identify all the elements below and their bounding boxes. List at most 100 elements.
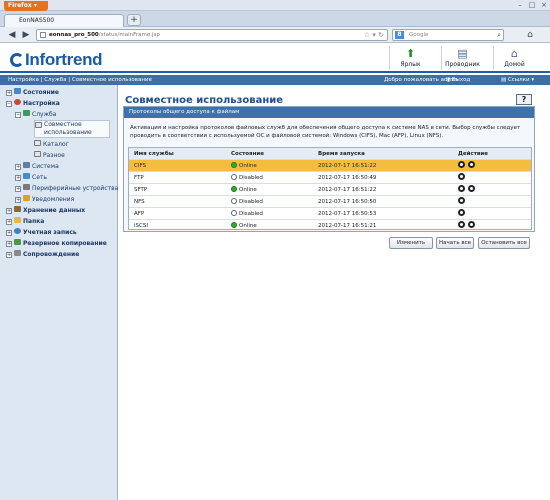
notifications-icon [23,195,30,201]
column-header-action[interactable]: Действие [458,148,488,160]
new-tab-button[interactable]: + [127,14,141,26]
power-icon[interactable] [458,209,465,216]
bookmark-star-icon[interactable]: ☆ ▾ ↻ [364,30,384,40]
power-icon[interactable] [458,197,465,204]
power-icon[interactable] [458,161,465,168]
home-browser-icon[interactable]: ⌂ [524,30,536,41]
search-icon[interactable]: ⌕ [497,30,501,40]
shortcuts-label: Ярлык [400,61,421,68]
expand-icon[interactable]: + [6,241,12,247]
forward-icon[interactable]: ▶ [20,30,32,41]
table-row[interactable]: CIFS Online 2012-07-17 16:51:22 [129,160,531,172]
maintenance-icon [14,250,21,256]
online-status-icon [231,186,237,192]
catalog-icon [34,140,41,146]
browser-tab[interactable]: EonNAS500 [4,14,124,27]
shortcuts-button[interactable]: ⬆ Ярлык [389,46,431,70]
expand-icon[interactable]: + [15,186,21,192]
logo-text: Infortrend [25,50,103,69]
system-icon [23,162,30,168]
tree-label: Сеть [32,174,47,181]
table-row[interactable]: SFTP Online 2012-07-17 16:51:22 [129,184,531,196]
status-text: Disabled [239,199,263,205]
service-status: Online [231,220,257,232]
tree-label: Папка [23,218,45,225]
service-name: FTP [134,175,144,181]
tree-item-backup[interactable]: + Резервное копирование [6,239,107,248]
tree-label: Учетная запись [23,229,77,236]
file-protocols-panel: Протоколы общего доступа к файлам Актива… [123,106,535,232]
help-button[interactable]: ? [516,94,532,105]
home-button[interactable]: ⌂ Домой [493,46,535,70]
column-header-time[interactable]: Время запуска [318,148,365,160]
power-icon[interactable] [458,173,465,180]
expand-icon[interactable]: + [6,208,12,214]
service-name: iSCSI [134,223,148,229]
service-status: Online [231,184,257,196]
maximize-icon[interactable]: □ [526,1,538,9]
search-input[interactable]: 8 Google ⌕ [392,29,504,41]
table-row[interactable]: iSCSI Online 2012-07-17 16:51:21 [129,220,531,232]
tree-label: Хранение данных [23,207,86,214]
close-icon[interactable]: × [538,1,550,9]
tree-item-folder[interactable]: + Папка [6,217,44,226]
service-status: Disabled [231,208,263,220]
tree-item-account[interactable]: + Учетная запись [6,228,77,237]
tree-item-status[interactable]: + Состояние [6,88,59,97]
tree-item-system[interactable]: + Система [15,162,59,171]
edit-button[interactable]: Изменить [389,237,433,249]
minimize-icon[interactable]: – [514,1,526,9]
tree-item-network[interactable]: + Сеть [15,173,47,182]
google-icon: 8 [395,31,404,39]
expand-icon[interactable]: + [6,90,12,96]
links-menu[interactable]: ▤ Ссылки ▾ [501,75,534,85]
power-icon[interactable] [458,221,465,228]
table-row[interactable]: AFP Disabled 2012-07-17 16:50:53 [129,208,531,220]
service-icon [23,110,30,116]
logout-link[interactable]: ▮ Выход [447,75,470,85]
service-name: CIFS [134,163,147,169]
tree-item-storage[interactable]: + Хранение данных [6,206,85,215]
main-content: Совместное использование ? Протоколы общ… [119,85,550,500]
start-all-button[interactable]: Начать все [436,237,474,249]
power-icon[interactable] [458,185,465,192]
tree-label: Сопровождение [23,251,80,258]
explorer-button[interactable]: ▤ Проводник [441,46,483,70]
restart-icon[interactable] [468,185,475,192]
collapse-icon[interactable]: − [15,112,21,118]
tree-item-notifications[interactable]: + Уведомления [15,195,74,204]
expand-icon[interactable]: + [6,252,12,258]
table-header: Имя службы Состояние Время запуска Дейст… [129,148,531,160]
expand-icon[interactable]: + [6,219,12,225]
shortcut-icon: ⬆ [405,47,416,60]
column-header-name[interactable]: Имя службы [134,148,174,160]
expand-icon[interactable]: + [6,230,12,236]
column-header-status[interactable]: Состояние [231,148,264,160]
expand-icon[interactable]: + [15,175,21,181]
service-name: NFS [134,199,145,205]
tree-item-peripherals[interactable]: + Периферийные устройства [15,184,118,193]
tree-item-maintenance[interactable]: + Сопровождение [6,250,79,259]
expand-icon[interactable]: + [15,164,21,170]
tree-item-sharing[interactable]: Совместное использование [34,120,110,138]
restart-icon[interactable] [468,161,475,168]
tree-item-catalog[interactable]: Каталог [34,140,69,149]
tree-item-settings[interactable]: − Настройка [6,99,60,108]
misc-icon [34,151,41,157]
table-row[interactable]: FTP Disabled 2012-07-17 16:50:49 [129,172,531,184]
table-row[interactable]: NFS Disabled 2012-07-17 16:50:50 [129,196,531,208]
expand-icon[interactable]: + [15,197,21,203]
url-input[interactable]: eonnas_pro_500/status/mainFrame.jsp ☆ ▾ … [36,29,388,41]
collapse-icon[interactable]: − [6,101,12,107]
tree-item-service[interactable]: − Служба [15,110,56,119]
stop-all-button[interactable]: Остановить все [478,237,530,249]
links-label: Ссылки [507,77,530,83]
firefox-menu-button[interactable]: Firefox ▾ [4,1,48,11]
back-icon[interactable]: ◀ [6,30,18,41]
restart-icon[interactable] [468,221,475,228]
service-name: SFTP [134,187,148,193]
tree-label: Служба [32,111,57,118]
start-time: 2012-07-17 16:51:22 [318,163,377,169]
tree-item-misc[interactable]: Разное [34,151,65,160]
browser-title-bar: Firefox ▾ – □ × [0,0,550,11]
